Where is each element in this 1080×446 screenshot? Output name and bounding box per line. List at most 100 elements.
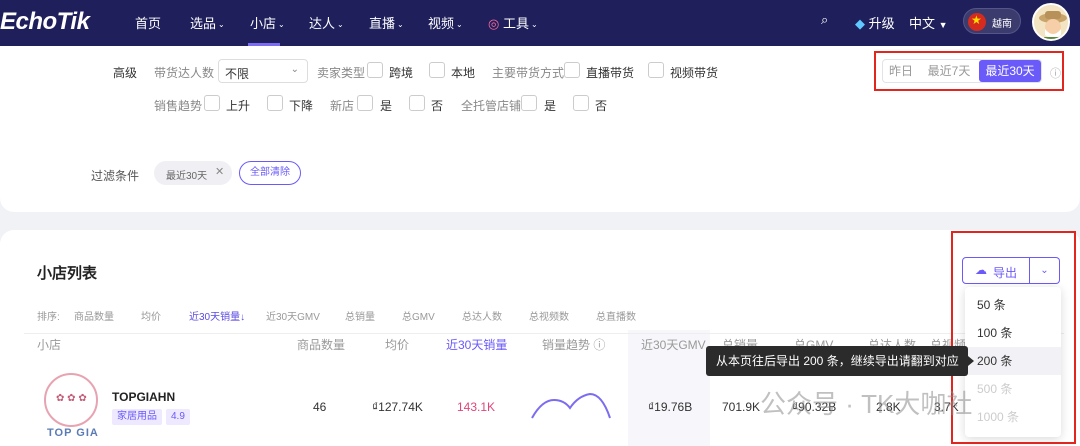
influencer-count-label: 带货达人数 — [154, 66, 215, 80]
avatar[interactable] — [1032, 3, 1070, 41]
chevron-down-icon: ⌄ — [290, 64, 299, 75]
nav-live-label: 直播 — [369, 16, 396, 31]
chevron-down-icon: ⌄ — [530, 20, 538, 29]
sort-products[interactable]: 商品数量 — [74, 308, 114, 323]
checkbox-trend-down[interactable] — [267, 95, 283, 111]
col-sales-trend: 销量趋势 ⓘ — [542, 336, 605, 353]
clear-all-button[interactable]: 全部清除 — [239, 161, 301, 185]
chevron-down-icon: ⌄ — [218, 20, 225, 29]
close-icon[interactable]: ✕ — [215, 165, 224, 178]
checkbox-new-yes[interactable] — [357, 95, 373, 111]
nav-tools-label: 工具 — [502, 16, 529, 31]
condition-chip-label: 最近30天 — [166, 171, 208, 182]
logo[interactable]: EchoTik — [0, 8, 90, 36]
shop-name[interactable]: TOPGIAHN — [112, 390, 175, 404]
upgrade-label: 升级 — [868, 16, 895, 31]
sales-method-label: 主要带货方式 — [492, 66, 565, 80]
advanced-label: 高级 — [113, 66, 138, 80]
sort-sales-30d-label: 近30天销量 — [189, 312, 241, 323]
new-no-label: 否 — [431, 99, 444, 113]
checkbox-local[interactable] — [429, 62, 445, 78]
col-sales-30d[interactable]: 近30天销量 — [446, 336, 507, 353]
col-sales-trend-label: 销量趋势 — [542, 338, 591, 352]
top-nav: EchoTik 首页 选品 ⌄ 小店 ⌄ 达人 ⌄ 直播 ⌄ 视频 ⌄ ◎ 工具 ⌄ ⌕ ◆… — [0, 0, 1080, 46]
new-shop-label: 新店 — [330, 99, 355, 113]
page-title: 小店列表 — [37, 265, 98, 282]
condition-chip[interactable]: 最近30天 ✕ — [154, 161, 232, 185]
video-sales-label: 视频带货 — [670, 66, 719, 80]
managed-yes-label: 是 — [544, 99, 557, 113]
sales-trend-sparkline — [531, 392, 611, 419]
col-gmv-30d[interactable]: 近30天GMV — [641, 336, 706, 353]
trend-up-label: 上升 — [226, 99, 251, 113]
checkbox-cross-border[interactable] — [367, 62, 383, 78]
cell-gmv-30d: ₫19.76B — [648, 400, 693, 414]
checkbox-managed-yes[interactable] — [521, 95, 537, 111]
cross-border-label: 跨境 — [389, 66, 414, 80]
language-label: 中文 — [909, 16, 936, 31]
sort-bar: 排序: 商品数量 均价 近30天销量↓ 近30天GMV 总销量 总GMV 总达人… — [0, 304, 1080, 326]
sort-avg-price[interactable]: 均价 — [141, 308, 161, 323]
nav-shops-label: 小店 — [250, 16, 277, 31]
shop-logo-text: TOP GIA — [47, 427, 99, 439]
influencer-count-value: 不限 — [225, 67, 250, 81]
local-label: 本地 — [451, 66, 476, 80]
diamond-icon: ◆ — [855, 16, 865, 31]
filter-panel: 高级 带货达人数 不限 ⌄ 卖家类型 跨境 本地 主要带货方式 直播带货 视频带货… — [0, 46, 1080, 212]
influencer-count-select[interactable]: 不限 ⌄ — [218, 59, 308, 83]
sort-total-influencers[interactable]: 总达人数 — [462, 308, 502, 323]
nav-live[interactable]: 直播 ⌄ — [369, 13, 404, 32]
search-icon[interactable]: ⌕ — [821, 12, 828, 28]
sort-total-gmv[interactable]: 总GMV — [402, 308, 435, 323]
help-icon[interactable]: ⓘ — [593, 338, 605, 352]
chevron-down-icon: ⌄ — [278, 20, 285, 29]
cell-products: 46 — [313, 400, 327, 414]
nav-products-label: 选品 — [190, 16, 217, 31]
managed-no-label: 否 — [595, 99, 608, 113]
sort-total-sales[interactable]: 总销量 — [345, 308, 375, 323]
checkbox-trend-up[interactable] — [204, 95, 220, 111]
region-label: 越南 — [992, 19, 1012, 30]
vietnam-flag-icon — [968, 13, 986, 31]
region-select[interactable]: 越南 — [963, 8, 1021, 34]
chevron-down-icon: ⌄ — [456, 20, 463, 29]
language-select[interactable]: 中文 ▼ — [909, 13, 948, 32]
sparkline-path — [531, 392, 611, 419]
managed-label: 全托管店铺 — [461, 99, 522, 113]
chevron-down-icon: ⌄ — [337, 20, 344, 29]
col-shop: 小店 — [37, 338, 62, 352]
col-products[interactable]: 商品数量 — [297, 336, 345, 353]
shop-logo-mark: ✿ ✿ ✿ — [56, 393, 87, 404]
divider — [24, 333, 1064, 334]
checkbox-new-no[interactable] — [409, 95, 425, 111]
nav-videos[interactable]: 视频 ⌄ — [428, 13, 463, 32]
nav-home[interactable]: 首页 — [135, 13, 161, 32]
sort-sales-30d[interactable]: 近30天销量↓ — [189, 308, 245, 323]
category-tag: 家居用品 — [112, 409, 162, 425]
checkbox-video-sales[interactable] — [648, 62, 664, 78]
chevron-down-icon: ⌄ — [397, 20, 404, 29]
seller-type-label: 卖家类型 — [317, 66, 366, 80]
checkbox-live-sales[interactable] — [564, 62, 580, 78]
upgrade-button[interactable]: ◆ 升级 — [855, 13, 895, 32]
tools-icon: ◎ — [488, 16, 500, 31]
new-yes-label: 是 — [380, 99, 393, 113]
col-avg-price[interactable]: 均价 — [385, 336, 409, 353]
sort-gmv-30d[interactable]: 近30天GMV — [266, 308, 320, 323]
nav-tools[interactable]: ◎ 工具 ⌄ — [488, 13, 538, 32]
caret-down-icon: ▼ — [938, 20, 948, 30]
nav-influencers[interactable]: 达人 ⌄ — [309, 13, 344, 32]
trend-down-label: 下降 — [289, 99, 314, 113]
nav-shops[interactable]: 小店 ⌄ — [250, 13, 285, 32]
live-sales-label: 直播带货 — [586, 66, 635, 80]
sort-total-videos[interactable]: 总视频数 — [529, 308, 569, 323]
checkbox-managed-no[interactable] — [573, 95, 589, 111]
cell-sales-30d: 143.1K — [457, 400, 496, 414]
nav-products[interactable]: 选品 ⌄ — [190, 13, 225, 32]
highlight-box-period — [874, 51, 1064, 91]
sort-total-live[interactable]: 总直播数 — [596, 308, 636, 323]
sort-label: 排序: — [37, 312, 60, 323]
arrow-down-icon: ↓ — [240, 312, 246, 323]
nav-influencers-label: 达人 — [309, 16, 336, 31]
nav-videos-label: 视频 — [428, 16, 455, 31]
